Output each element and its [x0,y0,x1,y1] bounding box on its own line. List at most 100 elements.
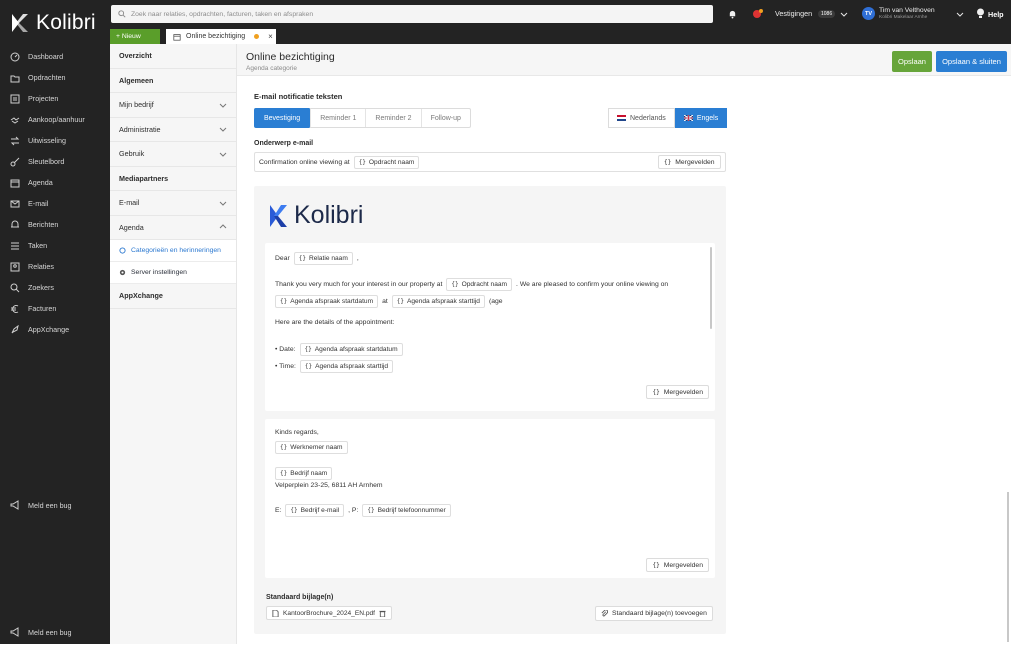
chevron-down-icon[interactable] [956,10,964,18]
merge-chip[interactable]: {} Agenda afspraak startdatum [299,343,403,356]
body-line-details: Here are the details of the appointment: [275,319,394,326]
subnav-agenda[interactable]: Agenda [110,216,236,240]
nav-item-facturen[interactable]: Facturen [0,298,110,319]
subnav-server[interactable]: Server instellingen [110,262,236,284]
tab-bevestiging[interactable]: Bevestiging [254,108,312,128]
braces-icon: {} [280,444,288,451]
email-logo: Kolibri [268,201,363,230]
braces-icon: {} [290,507,298,514]
nav-item-uitwisseling[interactable]: Uitwisseling [0,130,110,151]
nav-label: Agenda [28,178,53,187]
bug-label: Meld een bug [28,500,72,510]
page-scrollbar[interactable] [1007,492,1009,642]
nav-item-projecten[interactable]: Projecten [0,88,110,109]
merge-chip[interactable]: {} Bedrijf e-mail [285,504,345,517]
close-tab-icon[interactable]: × [268,32,273,41]
calendar-icon [173,33,181,41]
nav-item-dashboard[interactable]: Dashboard [0,46,110,67]
search-icon [118,10,126,18]
tab-online-bezichtiging[interactable]: Online bezichtiging × [166,29,276,44]
merge-chip[interactable]: {} Bedrijf telefoonnummer [362,504,451,517]
key-icon [10,157,20,167]
email-logo-text: Kolibri [294,201,364,229]
chevron-down-icon[interactable] [840,10,848,18]
lang-engels[interactable]: Engels [674,108,728,128]
scrollbar[interactable] [710,247,712,329]
nav-item-email[interactable]: E-mail [0,193,110,214]
notifications-bell-icon[interactable] [728,9,737,19]
nav-item-agenda[interactable]: Agenda [0,172,110,193]
notification-tabs: Bevestiging Reminder 1 Reminder 2 Follow… [254,108,471,128]
merge-chip[interactable]: {} Bedrijf naam [275,467,333,480]
tab-reminder-1[interactable]: Reminder 1 [311,109,367,127]
body-line-dear: Dear {} Relatie naam , [275,252,359,265]
subnav-categorieen[interactable]: Categorieën en herinneringen [110,240,236,262]
vestigingen-badge: 1086 [818,10,836,18]
attachment-file[interactable]: KantoorBrochure_2024_EN.pdf [266,606,393,620]
alerts-icon[interactable] [752,8,764,20]
subnav-mijn-bedrijf[interactable]: Mijn bedrijf [110,93,236,118]
email-body-editor[interactable]: Dear {} Relatie naam , Thank you very muc… [265,243,715,411]
tab-strip: + Nieuw Online bezichtiging × [110,28,1011,44]
global-search-input[interactable]: Zoek naar relaties, opdrachten, facturen… [111,5,713,23]
nav-item-zoekers[interactable]: Zoekers [0,277,110,298]
chip-label: Agenda afspraak starttijd [315,363,389,370]
save-and-close-button[interactable]: Opslaan & sluiten [936,51,1007,72]
sig-line-address: Velperplein 23-25, 6811 AH Arnhem [275,482,383,489]
lang-nederlands[interactable]: Nederlands [608,108,675,128]
merge-chip[interactable]: {} Opdracht naam [446,278,513,291]
subnav-overzicht[interactable]: Overzicht [110,44,236,69]
vestigingen-label[interactable]: Vestigingen [775,9,812,18]
nav-item-taken[interactable]: Taken [0,235,110,256]
subnav-algemeen[interactable]: Algemeen [110,69,236,93]
merge-chip[interactable]: {} Agenda afspraak starttijd [299,360,394,373]
nav-label: Relaties [28,262,54,271]
chevron-down-icon [219,127,227,132]
subnav-mediapartners[interactable]: Mediapartners [110,167,236,191]
help-link[interactable]: Help [988,10,1004,19]
braces-icon: {} [304,363,313,370]
nav-label: Berichten [28,220,59,229]
merge-chip[interactable]: {} Werknemer naam [275,441,348,454]
tab-follow-up[interactable]: Follow-up [422,109,470,127]
subnav-appxchange[interactable]: AppXchange [110,284,236,309]
merge-chip[interactable]: {} Relatie naam [293,252,353,265]
report-bug-link-bottom[interactable]: Meld een bug [10,627,72,637]
subject-input[interactable]: Confirmation online viewing at {} Opdrach… [254,152,726,172]
subnav-label: AppXchange [119,291,163,301]
subnav-gebruik[interactable]: Gebruik [110,142,236,167]
signature-merge-button[interactable]: {} Mergevelden [646,558,709,572]
merge-chip[interactable]: {} Agenda afspraak startdatum [275,295,379,308]
nav-item-opdrachten[interactable]: Opdrachten [0,67,110,88]
nav-item-berichten[interactable]: Berichten [0,214,110,235]
nav-label: Projecten [28,94,59,103]
paperclip-icon [601,610,608,617]
add-attachment-button[interactable]: Standaard bijlage(n) toevoegen [595,606,713,621]
user-avatar[interactable]: TV [862,7,875,20]
subnav-label: Mediapartners [119,173,169,183]
tab-reminder-2[interactable]: Reminder 2 [366,109,422,127]
body-merge-button[interactable]: {} Mergevelden [646,385,709,399]
email-signature-editor[interactable]: Kinds regards, {} Werknemer naam {} Bedrij… [265,419,715,578]
report-bug-link[interactable]: Meld een bug [10,500,72,510]
kolibri-logo[interactable]: Kolibri [10,10,96,36]
merge-chip[interactable]: {} Opdracht naam [353,155,420,169]
new-button[interactable]: + Nieuw [110,29,160,44]
braces-icon: {} [451,281,459,288]
chip-label: Werknemer naam [290,444,343,451]
nav-item-appxchange[interactable]: AppXchange [0,319,110,340]
merge-chip[interactable]: {} Agenda afspraak starttijd [391,295,485,308]
user-name[interactable]: Tim van Velthoven [879,7,935,14]
save-button[interactable]: Opslaan [892,51,932,72]
braces-icon: {} [652,388,660,396]
app-window: Kolibri Dashboard Opdrachten Projecten A… [0,0,1011,644]
subnav-email[interactable]: E-mail [110,191,236,216]
nav-item-sleutelbord[interactable]: Sleutelbord [0,151,110,172]
chevron-down-icon [219,201,227,206]
mail-icon [10,199,20,209]
subject-merge-button[interactable]: {} Mergevelden [658,155,721,169]
nav-item-aankoop[interactable]: Aankoop/aanhuur [0,109,110,130]
nav-item-relaties[interactable]: Relaties [0,256,110,277]
subnav-administratie[interactable]: Administratie [110,118,236,142]
trash-icon[interactable] [379,610,386,617]
